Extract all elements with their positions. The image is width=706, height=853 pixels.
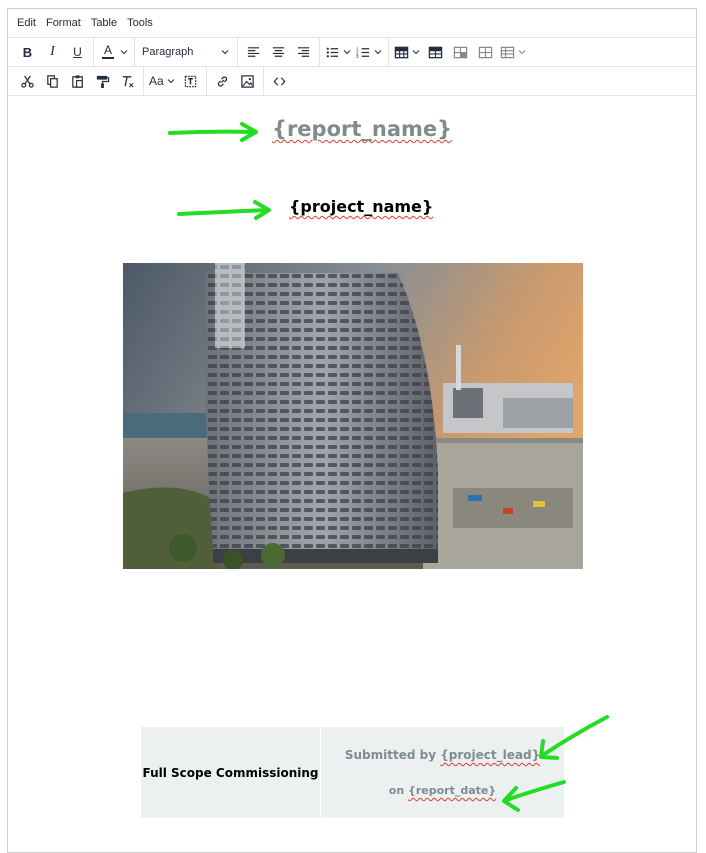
report-date-placeholder: {report_date} [408, 784, 497, 797]
rich-text-editor: Edit Format Table Tools B I U A Paragrap… [7, 8, 697, 853]
copy-icon [47, 74, 58, 88]
chevron-down-icon [374, 50, 382, 55]
table-icon [394, 46, 409, 58]
green-arrow-icon [177, 200, 271, 220]
bullet-list-button[interactable] [323, 40, 354, 64]
paste-text-button[interactable] [178, 69, 203, 93]
align-center-icon [272, 46, 285, 57]
green-arrow-icon [168, 122, 258, 142]
align-center-button[interactable] [266, 40, 291, 64]
insert-group [207, 67, 264, 95]
table-group [389, 38, 532, 66]
table-row-button[interactable] [473, 40, 498, 64]
report-name-placeholder: {report_name} [272, 117, 453, 141]
paste-icon [72, 74, 83, 88]
color-group: A [94, 38, 135, 66]
svg-text:3: 3 [356, 54, 359, 59]
project-name-placeholder: {project_name} [289, 197, 434, 216]
cut-button[interactable] [15, 69, 40, 93]
underline-button[interactable]: U [65, 40, 90, 64]
table-props-button[interactable] [423, 40, 448, 64]
format-painter-button[interactable] [90, 69, 115, 93]
source-code-button[interactable] [267, 69, 292, 93]
chevron-down-icon [412, 50, 420, 55]
chevron-down-icon [221, 50, 229, 55]
text-color-icon: A [102, 43, 114, 59]
table-props-icon [428, 46, 443, 58]
table-row-icon [478, 46, 493, 58]
bold-icon: B [22, 44, 33, 60]
scope-label: Full Scope Commissioning [142, 765, 319, 780]
table-cell-scope[interactable]: Full Scope Commissioning [140, 726, 321, 819]
submitted-by-line: Submitted by {project_lead} [344, 748, 541, 762]
format-painter-icon [96, 75, 110, 88]
chevron-down-icon [518, 50, 526, 55]
block-format-value: Paragraph [142, 46, 194, 58]
chevron-down-icon [167, 79, 175, 84]
copy-button[interactable] [40, 69, 65, 93]
green-arrow-icon [539, 715, 609, 760]
bullet-list-icon [326, 47, 339, 57]
table-col-icon [500, 46, 515, 58]
numbered-list-icon: 123 [356, 46, 370, 59]
block-format-select[interactable]: Paragraph [138, 40, 234, 64]
list-group: 123 [320, 38, 389, 66]
block-format-group: Paragraph [135, 38, 238, 66]
table-col-button[interactable] [498, 40, 529, 64]
menu-edit[interactable]: Edit [12, 17, 41, 29]
editor-content[interactable]: {report_name} {project_name} Full Scope … [8, 97, 696, 852]
menu-format[interactable]: Format [41, 17, 86, 29]
text-color-button[interactable]: A [97, 40, 131, 64]
link-button[interactable] [210, 69, 235, 93]
cut-icon [21, 75, 34, 88]
clear-format-icon [122, 75, 134, 87]
green-arrow-icon [502, 780, 566, 812]
building-photo[interactable] [123, 263, 583, 569]
link-icon [217, 75, 227, 87]
numbered-list-button[interactable]: 123 [354, 40, 385, 64]
paste-button[interactable] [65, 69, 90, 93]
format-group: B I U [12, 38, 94, 66]
table-cell-props-icon [453, 46, 468, 58]
code-icon [273, 76, 286, 86]
underline-icon: U [73, 45, 82, 59]
font-size-icon: Aa [149, 74, 164, 88]
align-group [238, 38, 320, 66]
toolbar-row-2: Aa [8, 67, 696, 96]
align-left-icon [247, 46, 260, 57]
font-group: Aa [144, 67, 207, 95]
italic-icon: I [50, 44, 55, 59]
italic-button[interactable]: I [40, 40, 65, 64]
font-size-button[interactable]: Aa [147, 69, 178, 93]
align-left-button[interactable] [241, 40, 266, 64]
bold-button[interactable]: B [15, 40, 40, 64]
image-button[interactable] [235, 69, 260, 93]
toolbar-row-1: B I U A Paragraph 1 2 3 [8, 38, 696, 67]
chevron-down-icon [343, 50, 351, 55]
chevron-down-icon [120, 50, 128, 55]
paste-text-icon [184, 75, 196, 87]
align-right-icon [297, 46, 310, 57]
menu-tools[interactable]: Tools [122, 17, 158, 29]
clear-format-button[interactable] [115, 69, 140, 93]
clipboard-group [12, 67, 144, 95]
image-icon [240, 74, 254, 88]
project-lead-placeholder: {project_lead} [440, 748, 541, 762]
code-group [264, 67, 295, 95]
building-photo-graphic [123, 263, 583, 569]
align-right-button[interactable] [291, 40, 316, 64]
table-cell-props-button[interactable] [448, 40, 473, 64]
table-button[interactable] [392, 40, 423, 64]
menu-table[interactable]: Table [86, 17, 122, 29]
menubar: Edit Format Table Tools [8, 9, 696, 38]
